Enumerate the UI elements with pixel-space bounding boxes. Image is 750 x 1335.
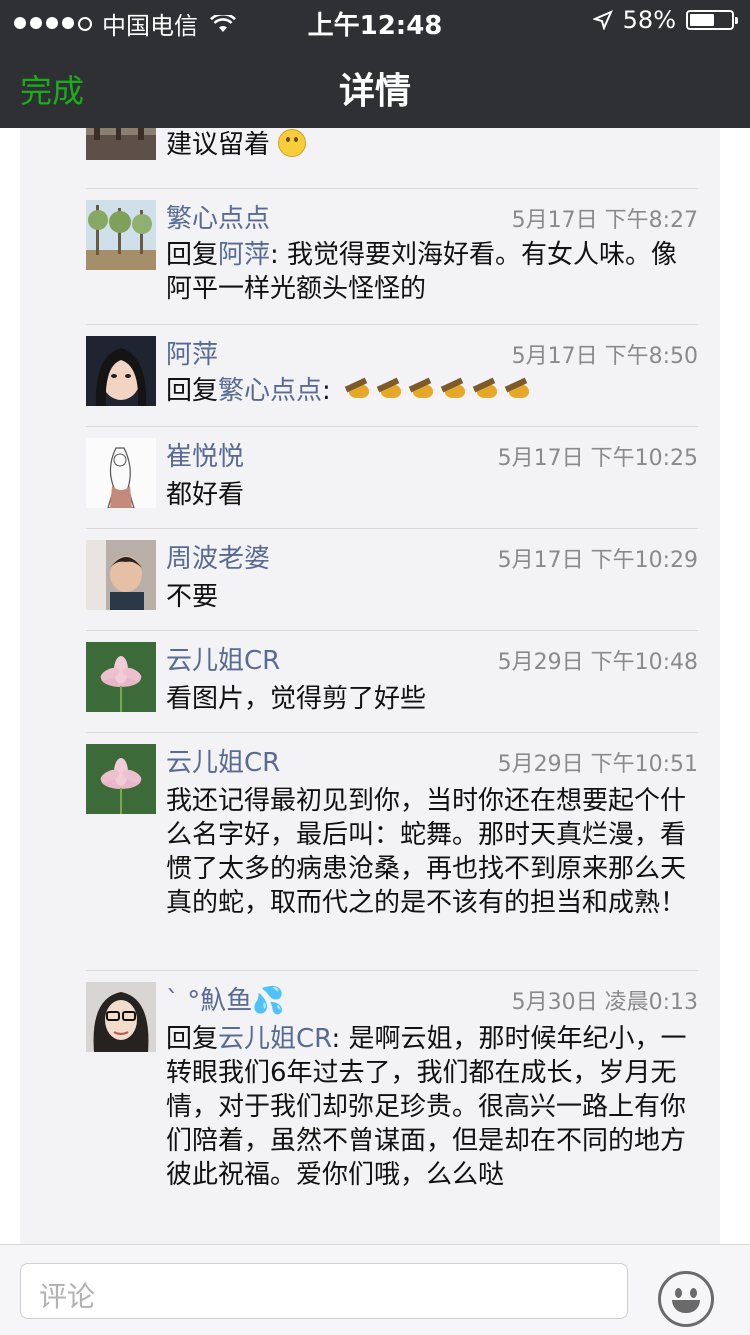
comment-item: 崔悦悦 5月17日 下午10:25 都好看 — [86, 438, 698, 518]
divider — [86, 630, 698, 631]
hammer-emoji-group — [344, 376, 537, 406]
commenter-name[interactable]: 云儿姐CR — [166, 640, 280, 677]
battery-percent: 58% — [622, 6, 676, 34]
comment-text: 回复阿萍: 我觉得要刘海好看。有女人味。像阿平一样光额头怪怪的 — [166, 240, 678, 304]
avatar[interactable] — [86, 540, 156, 610]
page-title: 详情 — [338, 71, 411, 112]
emoji-button-icon[interactable] — [658, 1271, 714, 1327]
hammer-emoji-icon — [472, 377, 499, 402]
comment-item: ˋ °魞鱼💦 5月30日 凌晨0:13 回复云儿姐CR: 是啊云姐，那时候年纪小… — [86, 982, 698, 1242]
hammer-emoji-icon — [376, 377, 403, 402]
comment-text: 建议留着 — [166, 128, 698, 162]
reply-to-name[interactable]: 繁心点点 — [218, 376, 322, 406]
comment-text: 都好看 — [166, 480, 245, 510]
status-bar: 中国电信 上午12:48 58% — [0, 0, 750, 41]
commenter-name[interactable]: 云儿姐CR — [166, 742, 280, 779]
comment-item: 云儿姐CR 5月29日 下午10:51 我还记得最初见到你，当时你还在想要起个什… — [86, 744, 698, 954]
comment-input-placeholder: 评论 — [39, 1280, 96, 1313]
reply-to-name[interactable]: 阿萍 — [218, 240, 270, 270]
comment-time: 5月17日 下午8:27 — [511, 208, 698, 233]
commenter-name[interactable]: 崔悦悦 — [166, 436, 244, 473]
status-right: 58% — [592, 6, 738, 34]
comment-time: 5月29日 下午10:48 — [497, 650, 698, 675]
comment-text: 回复繁心点点: — [166, 374, 698, 408]
comment-time: 5月30日 凌晨0:13 — [511, 990, 698, 1015]
comment-item: 云儿姐CR 5月29日 下午10:48 看图片，觉得剪了好些 — [86, 642, 698, 722]
comment-text: 回复云儿姐CR: 是啊云姐，那时候年纪小，一转眼我们6年过去了，我们都在成长，岁… — [166, 1024, 687, 1190]
top-bar: 中国电信 上午12:48 58% 完成 详情 — [0, 0, 750, 128]
comment-text: 不要 — [166, 582, 219, 612]
hammer-emoji-icon — [344, 377, 371, 402]
hammer-emoji-icon — [504, 377, 531, 402]
commenter-name[interactable]: ˋ °魞鱼💦 — [166, 980, 285, 1017]
divider — [86, 732, 698, 733]
lotus-avatar[interactable] — [86, 744, 156, 814]
divider — [86, 324, 698, 325]
divider — [86, 188, 698, 189]
location-arrow-icon — [592, 10, 613, 30]
comment-input-bar: 评论 — [0, 1244, 750, 1335]
divider — [86, 426, 698, 427]
comment-time: 5月29日 下午10:51 — [497, 752, 698, 777]
comment-item: 周波老婆 5月17日 下午10:29 不要 — [86, 540, 698, 620]
avatar[interactable] — [86, 200, 156, 270]
commenter-name[interactable]: 繁心点点 — [166, 198, 270, 235]
avatar[interactable] — [86, 336, 156, 406]
smile-emoji-icon — [278, 129, 307, 157]
comment-input[interactable]: 评论 — [20, 1263, 628, 1319]
comment-list[interactable]: 建议留着 繁心点点 5月17日 下午8:27 回复阿萍: 我觉得要刘海好看。有女… — [20, 128, 720, 1244]
commenter-name[interactable]: 阿萍 — [166, 334, 218, 371]
divider — [86, 970, 698, 971]
lotus-avatar[interactable] — [86, 642, 156, 712]
battery-icon — [686, 10, 738, 30]
avatar[interactable] — [86, 982, 156, 1052]
comment-item: 建议留着 — [86, 128, 698, 170]
comment-time: 5月17日 下午10:29 — [497, 548, 698, 573]
comment-time: 5月17日 下午8:50 — [511, 344, 698, 369]
comment-item: 阿萍 5月17日 下午8:50 回复繁心点点: — [86, 336, 698, 416]
comment-item: 繁心点点 5月17日 下午8:27 回复阿萍: 我觉得要刘海好看。有女人味。像阿… — [86, 200, 698, 315]
divider — [86, 528, 698, 529]
commenter-name[interactable]: 周波老婆 — [166, 538, 270, 575]
hammer-emoji-icon — [408, 377, 435, 402]
comment-text: 我还记得最初见到你，当时你还在想要起个什么名字好，最后叫：蛇舞。那时天真烂漫，看… — [166, 786, 687, 918]
comment-text: 看图片，觉得剪了好些 — [166, 684, 427, 714]
trees-avatar[interactable] — [86, 128, 156, 160]
hammer-emoji-icon — [440, 377, 467, 402]
avatar[interactable] — [86, 438, 156, 508]
comment-time: 5月17日 下午10:25 — [497, 446, 698, 471]
reply-to-name[interactable]: 云儿姐CR — [218, 1024, 331, 1054]
